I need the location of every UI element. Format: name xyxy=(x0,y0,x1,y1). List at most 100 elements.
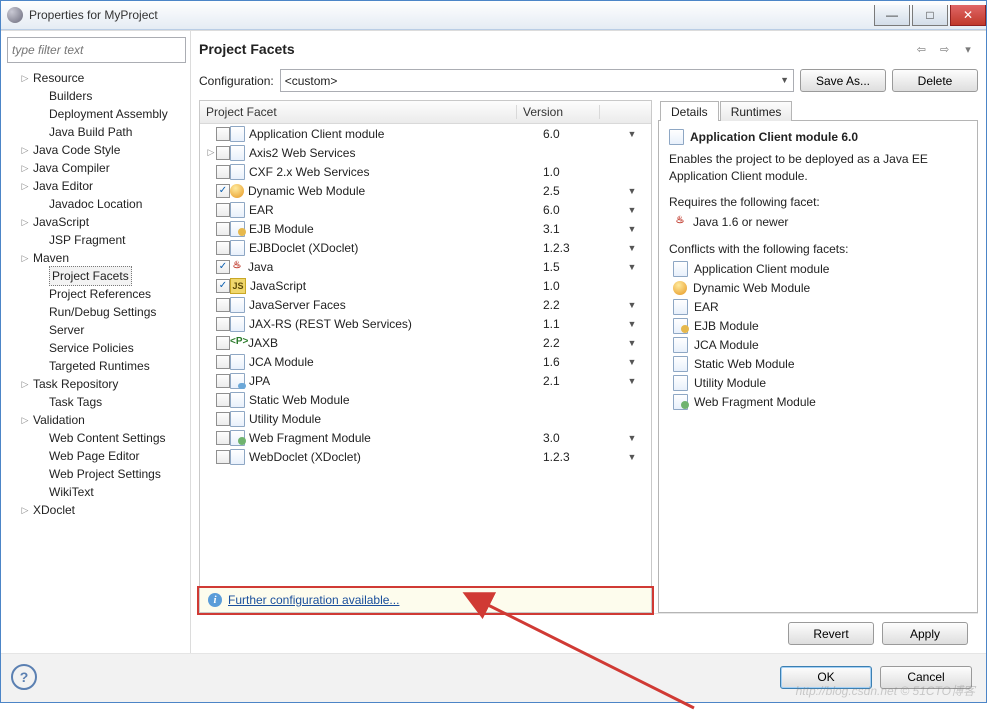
facet-checkbox[interactable] xyxy=(216,146,230,160)
revert-button[interactable]: Revert xyxy=(788,622,874,645)
facet-checkbox[interactable]: ✓ xyxy=(216,260,230,274)
facet-row[interactable]: Web Fragment Module3.0▼ xyxy=(200,428,651,447)
file-icon xyxy=(673,337,688,353)
twist-icon: ▷ xyxy=(19,375,31,393)
nav-item-targeted-runtimes[interactable]: Targeted Runtimes xyxy=(7,357,186,375)
nav-item-javascript[interactable]: ▷JavaScript xyxy=(7,213,186,231)
facet-version: 2.5 xyxy=(543,184,613,198)
nav-menu-icon[interactable]: ▾ xyxy=(960,43,976,56)
nav-back-icon[interactable]: ⇦ xyxy=(913,43,929,56)
nav-item-resource[interactable]: ▷Resource xyxy=(7,69,186,87)
facet-checkbox[interactable] xyxy=(216,450,230,464)
nav-item-java-build-path[interactable]: Java Build Path xyxy=(7,123,186,141)
nav-item-service-policies[interactable]: Service Policies xyxy=(7,339,186,357)
facet-checkbox[interactable] xyxy=(216,355,230,369)
version-dropdown-icon[interactable]: ▼ xyxy=(613,433,651,443)
nav-item-jsp-fragment[interactable]: JSP Fragment xyxy=(7,231,186,249)
facet-row[interactable]: WebDoclet (XDoclet)1.2.3▼ xyxy=(200,447,651,466)
facet-checkbox[interactable] xyxy=(216,298,230,312)
version-dropdown-icon[interactable]: ▼ xyxy=(613,452,651,462)
facet-row[interactable]: ✓JSJavaScript1.0 xyxy=(200,276,651,295)
further-config-link[interactable]: Further configuration available... xyxy=(228,593,399,607)
version-dropdown-icon[interactable]: ▼ xyxy=(613,205,651,215)
ok-button[interactable]: OK xyxy=(780,666,872,689)
facet-checkbox[interactable]: ✓ xyxy=(216,279,230,293)
version-dropdown-icon[interactable]: ▼ xyxy=(613,338,651,348)
tab-details[interactable]: Details xyxy=(660,101,719,121)
cancel-button[interactable]: Cancel xyxy=(880,666,972,689)
facet-row[interactable]: Application Client module6.0▼ xyxy=(200,124,651,143)
version-dropdown-icon[interactable]: ▼ xyxy=(613,224,651,234)
col-project-facet[interactable]: Project Facet xyxy=(200,105,517,119)
nav-item-web-content-settings[interactable]: Web Content Settings xyxy=(7,429,186,447)
facet-checkbox[interactable] xyxy=(216,317,230,331)
apply-button[interactable]: Apply xyxy=(882,622,968,645)
nav-item-web-project-settings[interactable]: Web Project Settings xyxy=(7,465,186,483)
version-dropdown-icon[interactable]: ▼ xyxy=(613,129,651,139)
nav-item-wikitext[interactable]: WikiText xyxy=(7,483,186,501)
nav-item-label: Run/Debug Settings xyxy=(49,303,156,321)
facet-checkbox[interactable] xyxy=(216,374,230,388)
facet-row[interactable]: ✓♨Java1.5▼ xyxy=(200,257,651,276)
facet-name: Java xyxy=(248,260,273,274)
facet-row[interactable]: EJBDoclet (XDoclet)1.2.3▼ xyxy=(200,238,651,257)
facet-row[interactable]: ✓Dynamic Web Module2.5▼ xyxy=(200,181,651,200)
facet-checkbox[interactable] xyxy=(216,336,230,350)
delete-button[interactable]: Delete xyxy=(892,69,978,92)
close-button[interactable]: ✕ xyxy=(950,5,986,26)
facet-row[interactable]: ▷Axis2 Web Services xyxy=(200,143,651,162)
facet-checkbox[interactable]: ✓ xyxy=(216,184,230,198)
facet-checkbox[interactable] xyxy=(216,431,230,445)
configuration-combo[interactable]: <custom> ▼ xyxy=(280,69,794,92)
nav-item-java-code-style[interactable]: ▷Java Code Style xyxy=(7,141,186,159)
nav-item-run-debug-settings[interactable]: Run/Debug Settings xyxy=(7,303,186,321)
facet-checkbox[interactable] xyxy=(216,222,230,236)
version-dropdown-icon[interactable]: ▼ xyxy=(613,243,651,253)
maximize-button[interactable]: □ xyxy=(912,5,948,26)
facet-checkbox[interactable] xyxy=(216,203,230,217)
facet-row[interactable]: JCA Module1.6▼ xyxy=(200,352,651,371)
facet-checkbox[interactable] xyxy=(216,393,230,407)
help-icon[interactable]: ? xyxy=(11,664,37,690)
nav-item-task-repository[interactable]: ▷Task Repository xyxy=(7,375,186,393)
facet-row[interactable]: JPA2.1▼ xyxy=(200,371,651,390)
nav-item-project-references[interactable]: Project References xyxy=(7,285,186,303)
filter-input[interactable] xyxy=(7,37,186,63)
facet-checkbox[interactable] xyxy=(216,241,230,255)
facet-row[interactable]: JAX-RS (REST Web Services)1.1▼ xyxy=(200,314,651,333)
col-version[interactable]: Version xyxy=(517,105,600,119)
nav-fwd-icon[interactable]: ⇨ xyxy=(937,43,953,56)
version-dropdown-icon[interactable]: ▼ xyxy=(613,319,651,329)
nav-item-maven[interactable]: ▷Maven xyxy=(7,249,186,267)
facet-checkbox[interactable] xyxy=(216,165,230,179)
facet-row[interactable]: <P>JAXB2.2▼ xyxy=(200,333,651,352)
version-dropdown-icon[interactable]: ▼ xyxy=(613,357,651,367)
facet-checkbox[interactable] xyxy=(216,127,230,141)
nav-item-server[interactable]: Server xyxy=(7,321,186,339)
nav-item-task-tags[interactable]: Task Tags xyxy=(7,393,186,411)
facet-checkbox[interactable] xyxy=(216,412,230,426)
nav-item-xdoclet[interactable]: ▷XDoclet xyxy=(7,501,186,519)
nav-item-validation[interactable]: ▷Validation xyxy=(7,411,186,429)
facet-row[interactable]: JavaServer Faces2.2▼ xyxy=(200,295,651,314)
nav-item-project-facets[interactable]: Project Facets xyxy=(7,267,186,285)
facet-row[interactable]: Utility Module xyxy=(200,409,651,428)
version-dropdown-icon[interactable]: ▼ xyxy=(613,262,651,272)
nav-item-java-editor[interactable]: ▷Java Editor xyxy=(7,177,186,195)
tab-runtimes[interactable]: Runtimes xyxy=(720,101,793,121)
nav-item-deployment-assembly[interactable]: Deployment Assembly xyxy=(7,105,186,123)
facet-row[interactable]: CXF 2.x Web Services1.0 xyxy=(200,162,651,181)
version-dropdown-icon[interactable]: ▼ xyxy=(613,376,651,386)
nav-tree[interactable]: ▷ResourceBuildersDeployment AssemblyJava… xyxy=(7,69,186,649)
facet-row[interactable]: Static Web Module xyxy=(200,390,651,409)
save-as-button[interactable]: Save As... xyxy=(800,69,886,92)
minimize-button[interactable]: — xyxy=(874,5,910,26)
facet-row[interactable]: EAR6.0▼ xyxy=(200,200,651,219)
version-dropdown-icon[interactable]: ▼ xyxy=(613,186,651,196)
nav-item-web-page-editor[interactable]: Web Page Editor xyxy=(7,447,186,465)
nav-item-javadoc-location[interactable]: Javadoc Location xyxy=(7,195,186,213)
nav-item-builders[interactable]: Builders xyxy=(7,87,186,105)
version-dropdown-icon[interactable]: ▼ xyxy=(613,300,651,310)
facet-row[interactable]: EJB Module3.1▼ xyxy=(200,219,651,238)
nav-item-java-compiler[interactable]: ▷Java Compiler xyxy=(7,159,186,177)
